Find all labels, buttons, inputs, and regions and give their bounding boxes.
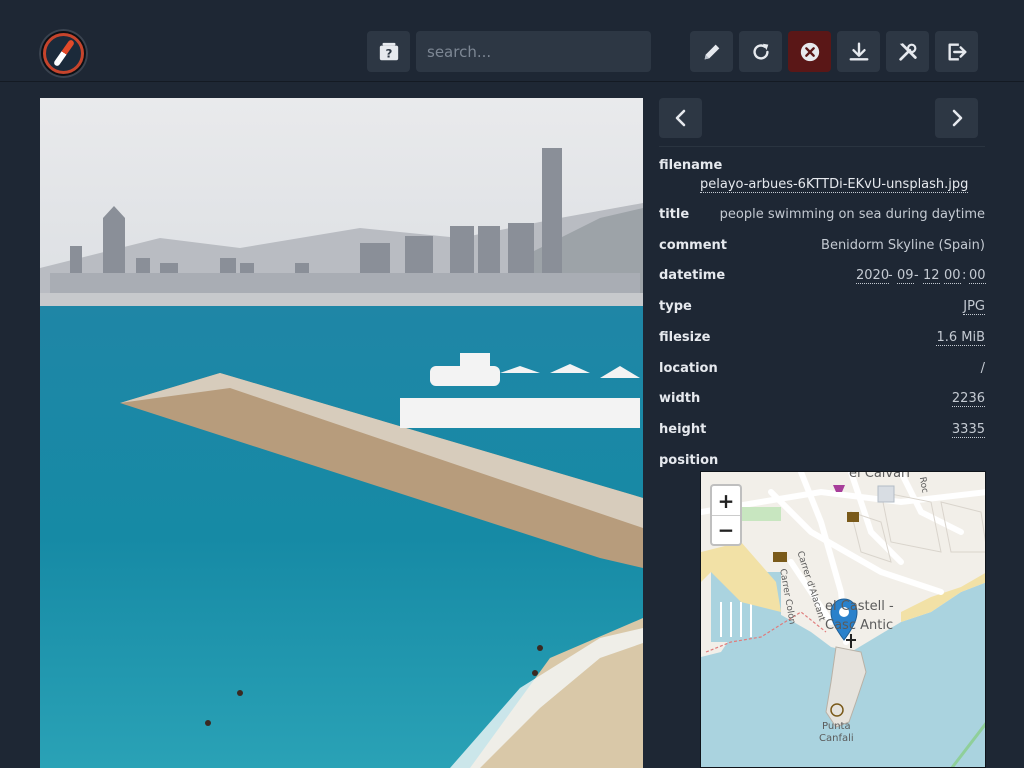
comment-value[interactable]: Benidorm Skyline (Spain) <box>821 238 985 253</box>
height-label: height <box>659 422 707 437</box>
location-row: location / <box>659 361 985 383</box>
chevron-left-icon <box>675 109 685 127</box>
date-sep-1: - <box>888 268 893 283</box>
refresh-button[interactable] <box>739 31 782 72</box>
main-photo[interactable] <box>40 98 643 768</box>
edit-button[interactable] <box>690 31 733 72</box>
tools-icon <box>898 42 917 61</box>
tools-button[interactable] <box>886 31 929 72</box>
width-row: width 2236 <box>659 391 985 413</box>
sidebar-divider <box>659 146 985 147</box>
position-map[interactable]: el Calvari Roc Carrer d'Alacant Carrer C… <box>700 471 986 768</box>
random-question-icon: ? <box>379 42 398 60</box>
date-month[interactable]: 09 <box>897 268 914 284</box>
random-image-button[interactable]: ? <box>367 31 410 72</box>
time-hour[interactable]: 00 <box>944 268 961 284</box>
map-label-canfali: Canfali <box>819 733 854 744</box>
date-sep-2: - <box>914 268 919 283</box>
filesize-row: filesize 1.6 MiB <box>659 330 985 352</box>
filesize-label: filesize <box>659 330 711 345</box>
height-value[interactable]: 3335 <box>951 422 985 438</box>
filesize-value[interactable]: 1.6 MiB <box>936 330 985 346</box>
datetime-row: datetime 2020 - 09 - 12 00 : 00 <box>659 268 986 290</box>
app-header: ? <box>0 0 1024 82</box>
location-label: location <box>659 361 718 376</box>
time-minute[interactable]: 00 <box>969 268 986 284</box>
close-button[interactable] <box>788 31 831 72</box>
comment-row: comment Benidorm Skyline (Spain) <box>659 238 985 260</box>
next-image-button[interactable] <box>935 98 978 138</box>
location-value[interactable]: / <box>981 361 985 376</box>
download-button[interactable] <box>837 31 880 72</box>
filename-label: filename <box>659 158 723 173</box>
height-row: height 3335 <box>659 422 985 444</box>
pencil-icon <box>704 44 719 59</box>
zoom-in-button[interactable]: + <box>712 486 740 515</box>
position-label: position <box>659 453 719 468</box>
width-label: width <box>659 391 701 406</box>
width-value[interactable]: 2236 <box>951 391 985 407</box>
map-label-castell-2: Casc Antic <box>825 618 894 633</box>
logout-button[interactable] <box>935 31 978 72</box>
date-year[interactable]: 2020 <box>856 268 890 284</box>
comment-label: comment <box>659 238 728 253</box>
filename-value[interactable]: pelayo-arbues-6KTTDi-EKvU-unsplash.jpg <box>700 177 969 193</box>
logout-icon <box>947 42 966 61</box>
map-label-castell-1: el Castell - <box>825 599 894 614</box>
previous-image-button[interactable] <box>659 98 702 138</box>
type-value[interactable]: JPG <box>963 299 985 315</box>
search-input[interactable] <box>416 31 651 72</box>
close-circle-icon <box>800 42 819 61</box>
title-label: title <box>659 207 690 222</box>
title-value[interactable]: people swimming on sea during daytime <box>720 207 985 222</box>
chevron-right-icon <box>952 109 962 127</box>
type-label: type <box>659 299 692 314</box>
map-zoom-control: + − <box>710 484 742 546</box>
zoom-out-button[interactable]: − <box>712 515 740 544</box>
refresh-icon <box>752 43 769 60</box>
time-sep: : <box>962 268 967 283</box>
date-day[interactable]: 12 <box>923 268 940 284</box>
compass-logo[interactable] <box>39 29 88 78</box>
map-label-punta: Punta <box>822 721 851 732</box>
map-label-calvari: el Calvari <box>849 471 911 481</box>
photo-image <box>40 98 643 768</box>
datetime-label: datetime <box>659 268 726 283</box>
svg-text:?: ? <box>385 46 392 60</box>
download-icon <box>849 42 868 61</box>
type-row: type JPG <box>659 299 985 321</box>
title-row: title people swimming on sea during dayt… <box>659 207 985 229</box>
